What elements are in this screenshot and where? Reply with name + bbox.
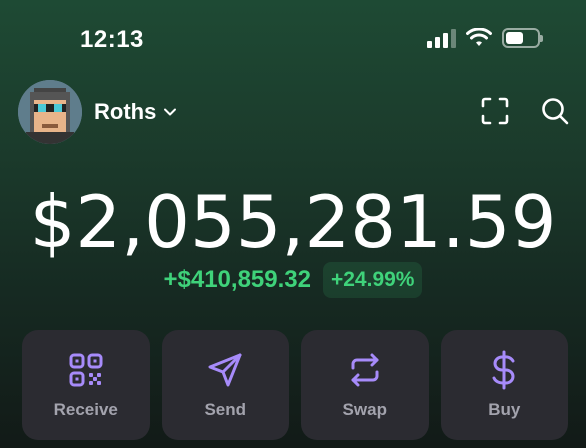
avatar-pixel-art	[18, 80, 82, 144]
avatar[interactable]	[18, 80, 82, 144]
send-icon	[205, 350, 245, 390]
action-bar: Receive Send Swap Buy	[22, 330, 568, 440]
account-switcher[interactable]: Roths	[94, 99, 178, 125]
header-actions	[478, 94, 572, 128]
status-bar: 12:13	[0, 0, 586, 80]
buy-button[interactable]: Buy	[440, 330, 568, 440]
qr-code-icon	[66, 350, 106, 390]
status-icons	[427, 28, 543, 48]
swap-icon	[345, 350, 385, 390]
change-percent-badge: +24.99%	[322, 262, 423, 298]
receive-button[interactable]: Receive	[22, 330, 150, 440]
account-name: Roths	[94, 99, 157, 124]
balance-change: +$410,859.32 +24.99%	[0, 262, 586, 298]
cellular-signal-icon	[427, 28, 456, 48]
dollar-icon	[484, 350, 524, 390]
status-time: 12:13	[80, 26, 144, 53]
battery-icon	[502, 28, 543, 48]
battery-fill	[506, 32, 523, 44]
search-button[interactable]	[538, 94, 572, 128]
receive-label: Receive	[53, 400, 118, 419]
swap-button[interactable]: Swap	[301, 330, 429, 440]
scan-icon	[481, 97, 509, 125]
scan-button[interactable]	[478, 94, 512, 128]
wallet-header: Roths	[18, 80, 572, 144]
send-button[interactable]: Send	[161, 330, 289, 440]
buy-label: Buy	[488, 400, 521, 419]
send-label: Send	[204, 400, 247, 419]
wifi-icon	[466, 28, 492, 46]
total-balance: $2,055,281.59	[29, 180, 557, 264]
change-value: +$410,859.32	[163, 266, 311, 293]
swap-label: Swap	[342, 400, 387, 419]
search-icon	[542, 98, 569, 125]
chevron-down-icon	[164, 108, 177, 116]
